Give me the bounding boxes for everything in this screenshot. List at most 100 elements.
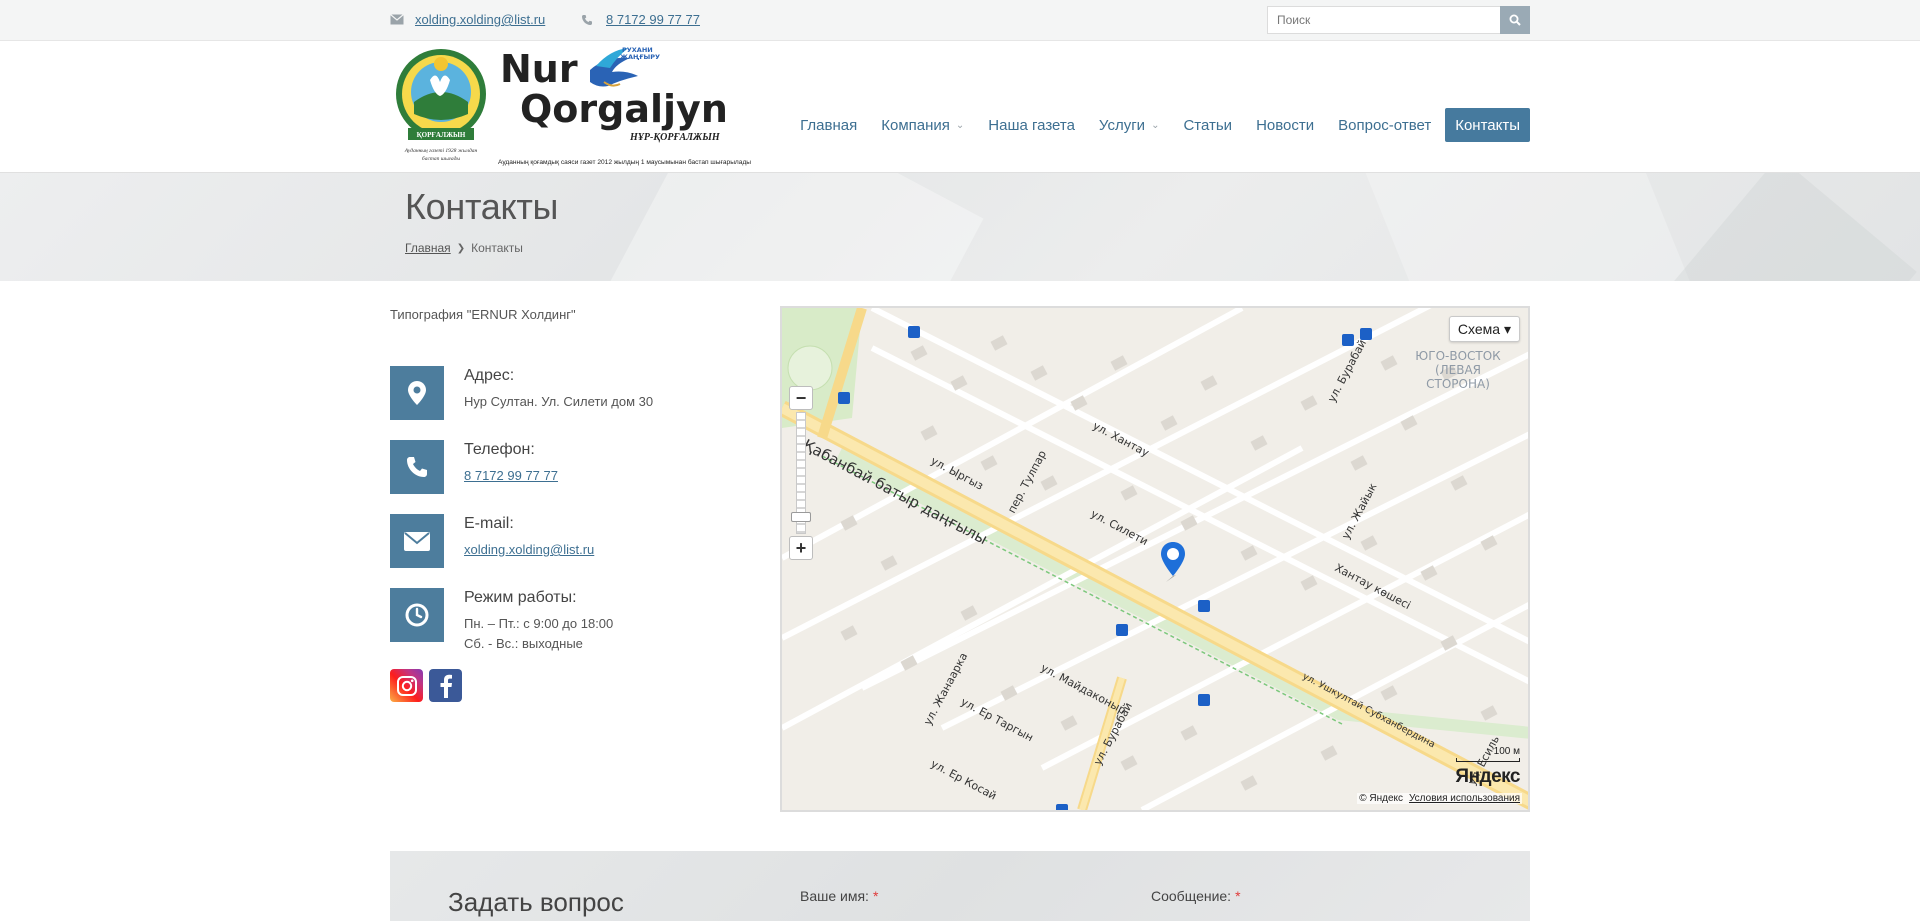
nav-faq[interactable]: Вопрос-ответ — [1326, 108, 1443, 142]
chevron-down-icon: ⌄ — [1151, 119, 1160, 131]
top-email: xolding.xolding@list.ru — [390, 12, 545, 27]
address-label: Адрес: — [464, 367, 515, 384]
nav-newspaper-label: Наша газета — [988, 116, 1075, 134]
search-input[interactable] — [1267, 6, 1500, 34]
top-phone-link[interactable]: 8 7172 99 77 77 — [606, 12, 700, 27]
site-header: ҚОРҒАЛЖЫН Ауданның газеті 1928 жылдан ба… — [0, 42, 1920, 172]
svg-text:ЮГО-ВОСТОК: ЮГО-ВОСТОК — [1415, 349, 1501, 363]
phone-label: Телефон: — [464, 441, 535, 458]
zoom-out-button[interactable]: − — [789, 386, 813, 410]
envelope-icon — [390, 514, 444, 568]
nav-newspaper[interactable]: Наша газета — [976, 108, 1087, 142]
top-phone: 8 7172 99 77 77 — [581, 12, 700, 27]
svg-text:СТОРОНА): СТОРОНА) — [1426, 377, 1490, 391]
background-shard — [596, 173, 984, 281]
top-bar: xolding.xolding@list.ru 8 7172 99 77 77 — [0, 0, 1920, 41]
main-nav: Главная Компания ⌄ Наша газета Услуги ⌄ Ст… — [788, 108, 1530, 142]
svg-text:Ауданның газеті 1928 жылдан: Ауданның газеті 1928 жылдан — [404, 147, 478, 154]
nav-contacts[interactable]: Контакты — [1445, 108, 1530, 142]
svg-text:Nur: Nur — [500, 47, 578, 91]
svg-text:(ЛЕВАЯ: (ЛЕВАЯ — [1435, 363, 1481, 377]
chevron-right-icon: ❯ — [456, 242, 466, 254]
ask-question-title: Задать вопрос — [448, 887, 624, 917]
contact-address: Адрес: Нур Султан. Ул. Силети дом 30 — [390, 366, 750, 420]
nav-faq-label: Вопрос-ответ — [1338, 116, 1432, 134]
hours-values: Пн. – Пт.: с 9:00 до 18:00 Сб. - Вс.: вы… — [464, 614, 613, 654]
svg-text:Qorgaljyn: Qorgaljyn — [520, 87, 728, 131]
contact-hours: Режим работы: Пн. – Пт.: с 9:00 до 18:00… — [390, 588, 750, 651]
name-field-label: Ваше имя: * — [800, 888, 878, 904]
map-copyright-text: © Яндекс — [1359, 793, 1403, 804]
background-shard — [1364, 173, 1696, 281]
map-scale-label: 100 м — [1493, 746, 1520, 757]
hours-weekend: Сб. - Вс.: выходные — [464, 636, 583, 651]
breadcrumb-current: Контакты — [471, 241, 523, 255]
map-terms-link[interactable]: Условия использования — [1409, 793, 1520, 804]
facebook-icon[interactable] — [429, 669, 462, 702]
phone-value-wrap: 8 7172 99 77 77 — [464, 466, 558, 486]
search-icon — [1509, 14, 1521, 26]
phone-icon — [581, 14, 595, 26]
yandex-map[interactable]: Қабанбай батыр даңғылы ул. Ыргыз пер. Ту… — [780, 306, 1530, 812]
yandex-logo[interactable]: Яндекс — [1455, 766, 1520, 788]
page-title-bar: Контакты Главная ❯ Контакты — [0, 172, 1920, 281]
nav-services[interactable]: Услуги ⌄ — [1087, 108, 1172, 142]
envelope-icon — [390, 13, 404, 26]
nav-home[interactable]: Главная — [788, 108, 869, 142]
email-value-wrap: xolding.xolding@list.ru — [464, 540, 594, 560]
breadcrumb-home[interactable]: Главная — [405, 241, 451, 255]
nav-articles-label: Статьи — [1183, 116, 1233, 134]
email-link[interactable]: xolding.xolding@list.ru — [464, 542, 594, 557]
yandex-logo-text: Яндекс — [1455, 766, 1520, 787]
site-logo[interactable]: ҚОРҒАЛЖЫН Ауданның газеті 1928 жылдан ба… — [390, 42, 756, 168]
map-tiles: Қабанбай батыр даңғылы ул. Ыргыз пер. Ту… — [782, 308, 1528, 810]
search-form — [1267, 6, 1530, 34]
message-field-label: Сообщение: * — [1151, 888, 1241, 904]
company-name: Типография "ERNUR Холдинг" — [390, 307, 576, 322]
top-bar-container: xolding.xolding@list.ru 8 7172 99 77 77 — [390, 0, 1530, 41]
message-label-text: Сообщение: — [1151, 888, 1232, 904]
clock-icon — [390, 588, 444, 642]
nav-home-label: Главная — [800, 116, 858, 134]
social-links — [390, 669, 462, 702]
top-email-link[interactable]: xolding.xolding@list.ru — [415, 12, 545, 27]
zoom-in-button[interactable]: + — [789, 536, 813, 560]
map-scale-bar — [1456, 758, 1520, 762]
nav-news-label: Новости — [1256, 116, 1315, 134]
nav-company[interactable]: Компания ⌄ — [869, 108, 976, 142]
hours-weekdays: Пн. – Пт.: с 9:00 до 18:00 — [464, 616, 614, 631]
zoom-slider-handle[interactable] — [791, 512, 811, 522]
svg-text:НҰР-ҚОРҒАЛЖЫН: НҰР-ҚОРҒАЛЖЫН — [629, 132, 721, 143]
map-marker-icon — [390, 366, 444, 420]
email-label: E-mail: — [464, 515, 514, 532]
phone-link[interactable]: 8 7172 99 77 77 — [464, 468, 558, 483]
svg-text:бастап шығады: бастап шығады — [422, 155, 460, 162]
name-label-text: Ваше имя: — [800, 888, 869, 904]
required-mark: * — [1235, 888, 1241, 904]
page-title: Контакты — [405, 186, 559, 227]
map-scale: 100 м — [1456, 746, 1520, 762]
svg-text:Ауданның қоғамдық саяси газет: Ауданның қоғамдық саяси газет 2012 жылды… — [498, 158, 751, 166]
address-value: Нур Султан. Ул. Силети дом 30 — [464, 394, 654, 409]
svg-text:ҚОРҒАЛЖЫН: ҚОРҒАЛЖЫН — [417, 131, 466, 139]
nav-contacts-label: Контакты — [1455, 116, 1520, 134]
map-copyright: © Яндекс Условия использования — [1357, 793, 1522, 804]
nav-company-label: Компания — [881, 116, 950, 134]
contact-email: E-mail: xolding.xolding@list.ru — [390, 514, 750, 568]
background-shard — [1663, 173, 1917, 281]
map-layer-button[interactable]: Схема ▾ — [1448, 316, 1520, 342]
nav-services-label: Услуги — [1098, 116, 1146, 134]
ask-question-section: Задать вопрос Ваше имя: * Сообщение: * — [390, 851, 1530, 921]
phone-icon — [390, 440, 444, 494]
chevron-down-icon: ⌄ — [955, 119, 965, 131]
map-zoom-control: − + — [789, 386, 813, 560]
contact-phone: Телефон: 8 7172 99 77 77 — [390, 440, 750, 494]
breadcrumb: Главная ❯ Контакты — [405, 241, 523, 255]
nav-news[interactable]: Новости — [1244, 108, 1326, 142]
svg-text:ЖАҢҒЫРУ: ЖАҢҒЫРУ — [620, 53, 660, 61]
nav-articles[interactable]: Статьи — [1171, 108, 1244, 142]
instagram-icon[interactable] — [390, 669, 423, 702]
required-mark: * — [872, 888, 879, 904]
search-button[interactable] — [1500, 6, 1530, 34]
hours-label: Режим работы: — [464, 589, 577, 606]
